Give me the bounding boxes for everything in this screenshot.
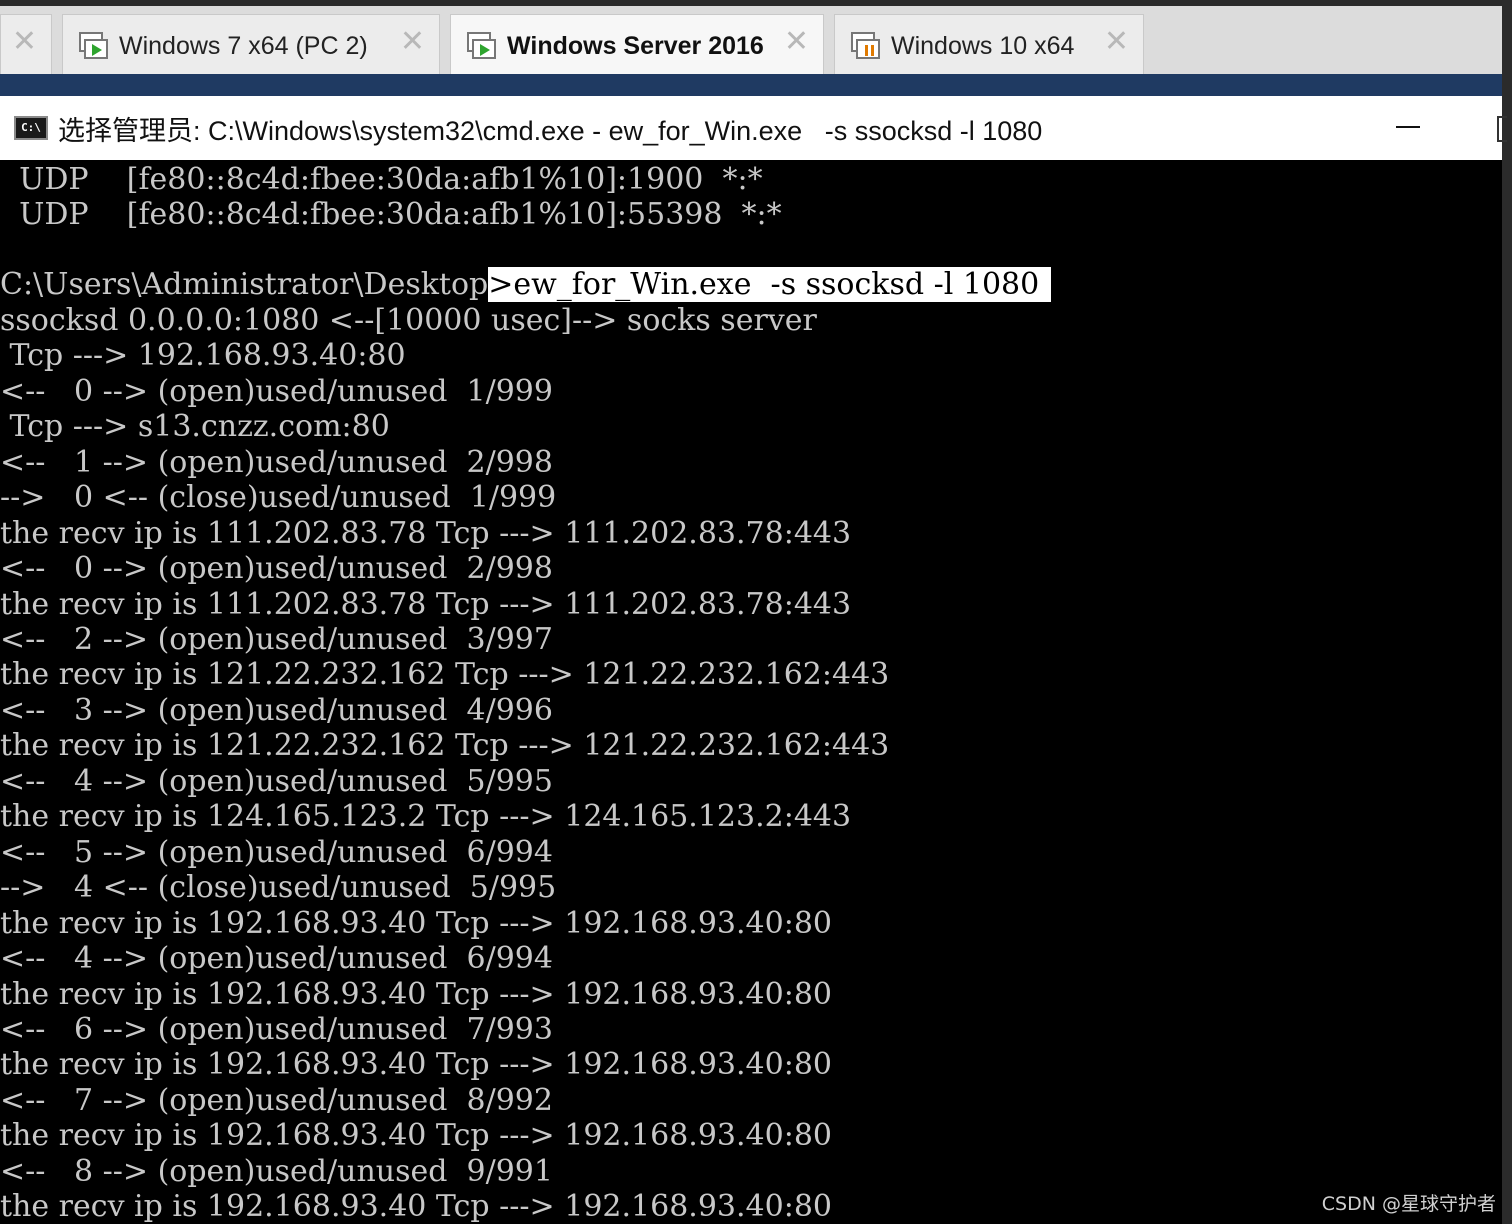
console-line: <-- 0 --> (open)used/unused 1/999 — [0, 374, 553, 409]
tab-windows-server-2016[interactable]: Windows Server 2016 ✕ — [450, 14, 824, 78]
console-line: the recv ip is 192.168.93.40 Tcp ---> 19… — [0, 1118, 832, 1153]
close-icon[interactable]: ✕ — [1104, 27, 1129, 57]
console-line: <-- 0 --> (open)used/unused 2/998 — [0, 551, 553, 586]
console-output[interactable]: UDP [fe80::8c4d:fbee:30da:afb1%10]:1900 … — [0, 161, 1502, 1224]
console-line: the recv ip is 192.168.93.40 Tcp ---> 19… — [0, 1047, 832, 1082]
console-line: <-- 1 --> (open)used/unused 2/998 — [0, 445, 553, 480]
close-icon[interactable]: ✕ — [784, 27, 809, 57]
console-line: --> 0 <-- (close)used/unused 1/999 — [0, 480, 557, 515]
selected-command[interactable]: >ew_for_Win.exe -s ssocksd -l 1080 — [488, 267, 1052, 302]
vm-paused-icon — [851, 31, 880, 59]
console-line: the recv ip is 121.22.232.162 Tcp ---> 1… — [0, 728, 890, 763]
maximize-button[interactable] — [1497, 116, 1507, 142]
tab-windows-7[interactable]: Windows 7 x64 (PC 2) ✕ — [62, 14, 440, 78]
window-title: 选择管理员: C:\Windows\system32\cmd.exe - ew_… — [58, 115, 1043, 146]
console-line: ssocksd 0.0.0.0:1080 <--[10000 usec]--> … — [0, 303, 817, 338]
tab-label: Windows Server 2016 — [507, 32, 764, 60]
watermark: CSDN @星球守护者 — [1321, 1193, 1496, 1215]
console-line: <-- 4 --> (open)used/unused 5/995 — [0, 764, 553, 799]
prompt-line: C:\Users\Administrator\Desktop>ew_for_Wi… — [0, 267, 1052, 302]
vm-running-icon — [79, 31, 108, 59]
vm-running-icon — [467, 31, 496, 59]
console-line: <-- 7 --> (open)used/unused 8/992 — [0, 1083, 553, 1118]
close-icon[interactable]: ✕ — [12, 27, 37, 57]
console-line: <-- 5 --> (open)used/unused 6/994 — [0, 835, 553, 870]
window-edge — [1502, 0, 1512, 1224]
console-line: <-- 3 --> (open)used/unused 4/996 — [0, 693, 553, 728]
console-line: the recv ip is 124.165.123.2 Tcp ---> 12… — [0, 799, 852, 834]
tab-label: Windows 7 x64 (PC 2) — [119, 32, 368, 60]
console-line: the recv ip is 111.202.83.78 Tcp ---> 11… — [0, 587, 852, 622]
console-line: <-- 2 --> (open)used/unused 3/997 — [0, 622, 553, 657]
console-line: Tcp ---> 192.168.93.40:80 — [0, 338, 406, 373]
tab-windows-10[interactable]: Windows 10 x64 ✕ — [834, 14, 1144, 78]
console-line: <-- 4 --> (open)used/unused 6/994 — [0, 941, 553, 976]
console-line: <-- 6 --> (open)used/unused 7/993 — [0, 1012, 553, 1047]
console-line: --> 4 <-- (close)used/unused 5/995 — [0, 870, 557, 905]
cmd-title-bar[interactable]: C:\ 选择管理员: C:\Windows\system32\cmd.exe -… — [0, 96, 1502, 160]
console-line: UDP [fe80::8c4d:fbee:30da:afb1%10]:1900 … — [0, 162, 763, 197]
tab-leftmost[interactable]: ✕ — [0, 14, 52, 78]
console-line: the recv ip is 111.202.83.78 Tcp ---> 11… — [0, 516, 852, 551]
console-line: UDP [fe80::8c4d:fbee:30da:afb1%10]:55398… — [0, 197, 782, 232]
tab-label: Windows 10 x64 — [891, 32, 1075, 60]
vm-title-band — [0, 74, 1502, 96]
prompt-path: C:\Users\Administrator\Desktop — [0, 267, 489, 302]
vm-tab-strip: ✕ Windows 7 x64 (PC 2) ✕ Windows Server … — [0, 0, 1502, 78]
console-line: <-- 8 --> (open)used/unused 9/991 — [0, 1154, 553, 1189]
cmd-icon: C:\ — [14, 116, 48, 140]
minimize-button[interactable] — [1396, 126, 1420, 128]
console-line: the recv ip is 121.22.232.162 Tcp ---> 1… — [0, 657, 890, 692]
console-line: the recv ip is 192.168.93.40 Tcp ---> 19… — [0, 906, 832, 941]
console-line: Tcp ---> s13.cnzz.com:80 — [0, 409, 390, 444]
console-line: the recv ip is 192.168.93.40 Tcp ---> 19… — [0, 977, 832, 1012]
console-line: the recv ip is 192.168.93.40 Tcp ---> 19… — [0, 1189, 832, 1224]
close-icon[interactable]: ✕ — [400, 27, 425, 57]
